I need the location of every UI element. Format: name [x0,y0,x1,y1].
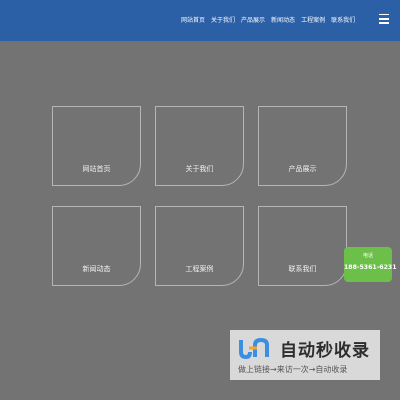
card-home[interactable]: 网站首页 [52,106,141,186]
nav-item-home[interactable]: 网站首页 [181,17,205,25]
nav-item-cases[interactable]: 工程案例 [301,17,325,25]
header-bar: 网站首页 关于我们 产品展示 新闻动态 工程案例 联系我们 [0,0,400,41]
card-label: 产品展示 [288,165,317,173]
main-nav: 网站首页 关于我们 产品展示 新闻动态 工程案例 联系我们 [181,15,355,27]
card-products[interactable]: 产品展示 [258,106,347,186]
nav-item-about[interactable]: 关于我们 [211,17,235,25]
watermark-title: 自动秒收录 [280,341,370,361]
card-label: 工程案例 [185,265,214,273]
contact-float-box[interactable]: 电话 188-5361-6231 [344,247,397,282]
watermark-subtitle: 做上链接→来访一次→自动收录 [238,365,348,374]
card-label: 新闻动态 [82,265,111,273]
card-label: 关于我们 [185,165,214,173]
contact-phone[interactable]: 188-5361-6231 [344,264,397,272]
card-label: 联系我们 [288,265,317,273]
nav-item-products[interactable]: 产品展示 [241,17,265,25]
card-contact[interactable]: 联系我们 [258,206,347,286]
nav-item-news[interactable]: 新闻动态 [271,17,295,25]
jn-logo-icon [239,337,269,360]
card-label: 网站首页 [82,165,111,173]
card-cases[interactable]: 工程案例 [155,206,244,286]
hamburger-menu-icon[interactable] [379,14,389,24]
card-news[interactable]: 新闻动态 [52,206,141,286]
contact-title: 电话 [362,253,373,259]
card-about[interactable]: 关于我们 [155,106,244,186]
nav-item-contact[interactable]: 联系我们 [331,17,355,25]
watermark-banner[interactable]: 自动秒收录 做上链接→来访一次→自动收录 [230,330,380,380]
